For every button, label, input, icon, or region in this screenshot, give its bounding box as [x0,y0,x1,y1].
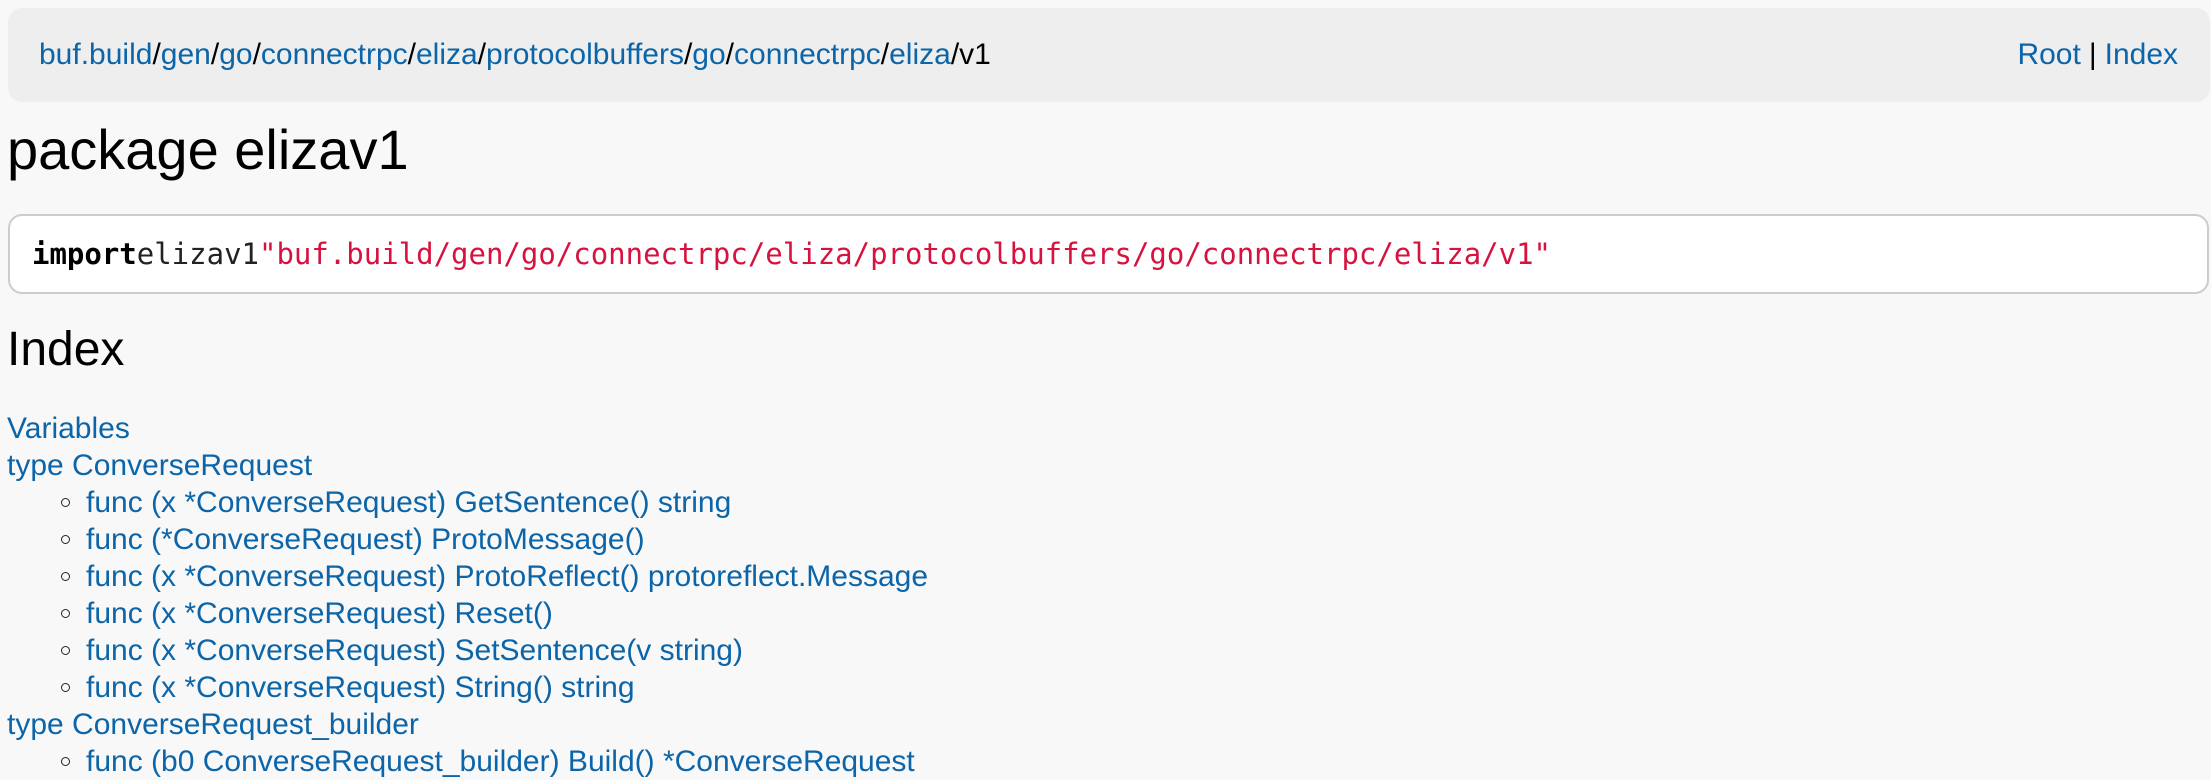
import-path: "buf.build/gen/go/connectrpc/eliza/proto… [258,237,1551,271]
index-link[interactable]: Index [2105,38,2178,71]
method-item: func (x *ConverseRequest) GetSentence() … [57,484,928,521]
method-item: func (x *ConverseRequest) String() strin… [57,669,928,706]
method-item: func (x *ConverseRequest) ProtoReflect()… [57,558,928,595]
breadcrumb-separator: / [725,38,735,71]
breadcrumb-separator: / [252,38,261,71]
breadcrumb-separator: / [477,38,487,71]
method-link[interactable]: func (b0 ConverseRequest_builder) Build(… [86,745,915,778]
import-keyword: import [32,237,137,271]
method-item: func (x *ConverseRequest) Reset() [57,595,928,632]
breadcrumb-link[interactable]: connectrpc [734,38,881,71]
index-entry-link[interactable]: type ConverseRequest [7,449,312,482]
circle-bullet-icon [61,609,70,618]
breadcrumb-link[interactable]: go [692,38,725,71]
circle-bullet-icon [61,683,70,692]
method-item: func (b0 ConverseRequest_builder) Build(… [57,743,928,780]
method-link[interactable]: func (x *ConverseRequest) GetSentence() … [86,486,731,519]
index-entry: type ConverseRequest_builderfunc (b0 Con… [7,706,928,780]
method-link[interactable]: func (x *ConverseRequest) ProtoReflect()… [86,560,928,593]
index-entry-link[interactable]: type ConverseRequest_builder [7,708,419,741]
index-entry-link[interactable]: Variables [7,412,130,445]
page-title: package elizav1 [7,118,409,181]
top-navigation-bar: buf.build/gen/go/connectrpc/eliza/protoc… [8,8,2210,102]
breadcrumb-link[interactable]: eliza [889,38,951,71]
circle-bullet-icon [61,498,70,507]
top-links: Root | Index [2017,38,2178,72]
circle-bullet-icon [61,572,70,581]
breadcrumb-separator: / [210,38,220,71]
method-link[interactable]: func (x *ConverseRequest) SetSentence(v … [86,634,743,667]
breadcrumb-link[interactable]: protocolbuffers [486,38,684,71]
breadcrumb-link[interactable]: eliza [416,38,478,71]
method-link[interactable]: func (*ConverseRequest) ProtoMessage() [86,523,645,556]
circle-bullet-icon [61,757,70,766]
breadcrumb-separator: / [152,38,161,71]
breadcrumb-link[interactable]: go [219,38,252,71]
method-link[interactable]: func (x *ConverseRequest) String() strin… [86,671,635,704]
method-item: func (x *ConverseRequest) SetSentence(v … [57,632,928,669]
breadcrumb-separator: / [950,38,960,71]
method-item: func (*ConverseRequest) ProtoMessage() [57,521,928,558]
breadcrumb: buf.build/gen/go/connectrpc/eliza/protoc… [39,38,991,72]
breadcrumb-link[interactable]: buf.build [39,38,152,71]
import-alias: elizav1 [136,237,259,271]
breadcrumb-current: v1 [959,38,991,71]
import-code-block: import elizav1 "buf.build/gen/go/connect… [8,214,2209,294]
method-list: func (x *ConverseRequest) GetSentence() … [7,484,928,706]
link-divider: | [2088,38,2097,71]
index-heading: Index [7,323,125,376]
index-entry: Variables [7,410,928,447]
method-link[interactable]: func (x *ConverseRequest) Reset() [86,597,553,630]
index-list: Variables type ConverseRequest func (x *Co… [7,410,928,780]
breadcrumb-separator: / [880,38,890,71]
method-list: func (b0 ConverseRequest_builder) Build(… [7,743,928,780]
breadcrumb-link[interactable]: connectrpc [261,38,408,71]
circle-bullet-icon [61,646,70,655]
circle-bullet-icon [61,535,70,544]
breadcrumb-link[interactable]: gen [161,38,211,71]
breadcrumb-separator: / [407,38,416,71]
index-entry: type ConverseRequest func (x *ConverseReq… [7,447,928,706]
root-link[interactable]: Root [2017,38,2080,71]
